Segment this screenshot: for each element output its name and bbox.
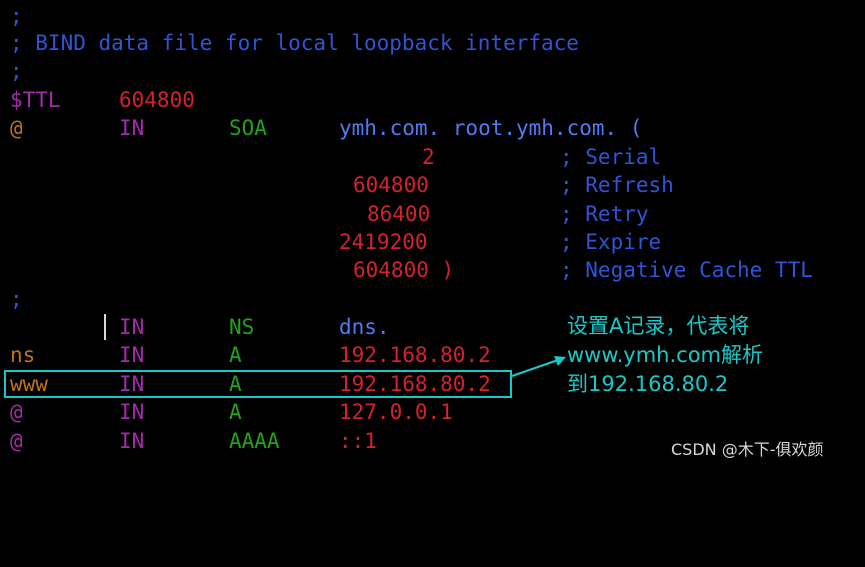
ttl-value: 604800 <box>119 88 195 112</box>
record-class: IN <box>119 400 145 424</box>
record-type: AAAA <box>229 429 280 453</box>
comment-text: ; <box>10 59 23 83</box>
record-data: ::1 <box>339 429 377 453</box>
record-owner: @ <box>10 116 23 140</box>
record-class: IN <box>119 315 145 339</box>
annotation-line: www.ymh.com解析 <box>567 343 763 367</box>
record-class: IN <box>119 343 145 367</box>
soa-retry-value: 86400 <box>367 202 431 226</box>
record-type: A <box>229 400 242 424</box>
soa-serial-value: 2 <box>422 145 435 169</box>
soa-field-comment: ; Expire <box>560 230 662 254</box>
soa-refresh-value: 604800 <box>353 173 429 197</box>
soa-field-line: 86400 ; Retry <box>0 200 865 228</box>
comment-text: ; BIND data file for local loopback inte… <box>10 31 579 55</box>
comment-text: ; <box>10 4 23 28</box>
soa-line: @ IN SOA ymh.com. root.ymh.com. ( <box>0 114 865 142</box>
annotation-note: 设置A记录，代表将 www.ymh.com解析 到192.168.80.2 <box>567 312 807 399</box>
soa-field-line: 2419200 ; Expire <box>0 228 865 256</box>
record-type: NS <box>229 315 255 339</box>
record-data: dns. <box>339 315 390 339</box>
record-type: SOA <box>229 116 267 140</box>
record-owner: @ <box>10 429 23 453</box>
record-owner: ns <box>10 343 36 367</box>
record-class: IN <box>119 372 145 396</box>
ttl-line: $TTL 604800 <box>0 86 865 114</box>
comment-line: ; <box>0 285 865 313</box>
annotation-line: 设置A记录，代表将 <box>567 314 750 338</box>
record-type: A <box>229 372 242 396</box>
record-line: @ IN A 127.0.0.1 <box>0 398 865 426</box>
comment-text: ; <box>10 287 23 311</box>
soa-mname-rname: ymh.com. root.ymh.com. ( <box>339 116 643 140</box>
comment-line: ; <box>0 57 865 85</box>
record-type: A <box>229 343 242 367</box>
soa-field-comment: ; Serial <box>560 145 662 169</box>
record-data: 127.0.0.1 <box>339 400 453 424</box>
comment-line: ; BIND data file for local loopback inte… <box>0 29 865 57</box>
record-class: IN <box>119 429 145 453</box>
record-data: 192.168.80.2 <box>339 343 491 367</box>
watermark: CSDN @木下-俱欢颜 <box>671 440 824 459</box>
record-class: IN <box>119 116 145 140</box>
comment-line: ; <box>0 2 865 30</box>
soa-field-line: 604800 ; Refresh <box>0 171 865 199</box>
record-owner: @ <box>10 400 23 424</box>
annotation-arrow-icon <box>511 356 566 377</box>
ttl-directive: $TTL <box>10 88 61 112</box>
soa-negative-ttl-value: 604800 ) <box>353 258 455 282</box>
annotation-line: 到192.168.80.2 <box>567 372 729 396</box>
record-owner: www <box>10 372 48 396</box>
soa-field-comment: ; Refresh <box>560 173 674 197</box>
soa-field-comment: ; Retry <box>560 202 649 226</box>
soa-field-line: 2 ; Serial <box>0 143 865 171</box>
soa-field-comment: ; Negative Cache TTL <box>560 258 813 282</box>
soa-expire-value: 2419200 <box>339 230 428 254</box>
record-data: 192.168.80.2 <box>339 372 491 396</box>
soa-field-line: 604800 ) ; Negative Cache TTL <box>0 256 865 284</box>
